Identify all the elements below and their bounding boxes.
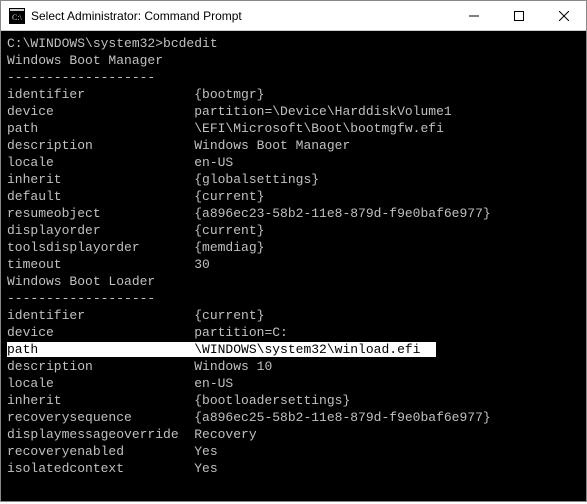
bl-row-5: inherit {bootloadersettings} <box>7 392 580 409</box>
bm-row-9: toolsdisplayorder {memdiag} <box>7 239 580 256</box>
bm-row-5: inherit {globalsettings} <box>7 171 580 188</box>
bm-row-6: default {current} <box>7 188 580 205</box>
bl-row-7: displaymessageoverride Recovery <box>7 426 580 443</box>
bm-row-7: resumeobject {a896ec23-58b2-11e8-879d-f9… <box>7 205 580 222</box>
bl-row-9: isolatedcontext Yes <box>7 460 580 477</box>
svg-text:C:\: C:\ <box>12 13 23 22</box>
bm-row-3: description Windows Boot Manager <box>7 137 580 154</box>
bl-row-3: description Windows 10 <box>7 358 580 375</box>
section-boot-manager: Windows Boot Manager <box>7 52 580 69</box>
close-button[interactable] <box>541 1 586 30</box>
prompt-line: C:\WINDOWS\system32>bcdedit <box>7 35 580 52</box>
bl-row-0: identifier {current} <box>7 307 580 324</box>
bm-row-10: timeout 30 <box>7 256 580 273</box>
minimize-button[interactable] <box>451 1 496 30</box>
bl-row-2-highlighted: path \WINDOWS\system32\winload.efi <box>7 341 580 358</box>
terminal-output[interactable]: C:\WINDOWS\system32>bcdeditWindows Boot … <box>1 31 586 501</box>
bm-row-8: displayorder {current} <box>7 222 580 239</box>
bl-row-8: recoveryenabled Yes <box>7 443 580 460</box>
section-boot-loader: Windows Boot Loader <box>7 273 580 290</box>
window-buttons <box>451 1 586 30</box>
bm-row-0: identifier {bootmgr} <box>7 86 580 103</box>
command-prompt-window: C:\ Select Administrator: Command Prompt… <box>0 0 587 502</box>
bl-row-1: device partition=C: <box>7 324 580 341</box>
cmd-icon: C:\ <box>9 8 25 24</box>
bl-row-4: locale en-US <box>7 375 580 392</box>
titlebar[interactable]: C:\ Select Administrator: Command Prompt <box>1 1 586 31</box>
bm-row-2: path \EFI\Microsoft\Boot\bootmgfw.efi <box>7 120 580 137</box>
bl-row-6: recoverysequence {a896ec25-58b2-11e8-879… <box>7 409 580 426</box>
bm-row-4: locale en-US <box>7 154 580 171</box>
maximize-button[interactable] <box>496 1 541 30</box>
bm-row-1: device partition=\Device\HarddiskVolume1 <box>7 103 580 120</box>
window-title: Select Administrator: Command Prompt <box>31 9 451 23</box>
